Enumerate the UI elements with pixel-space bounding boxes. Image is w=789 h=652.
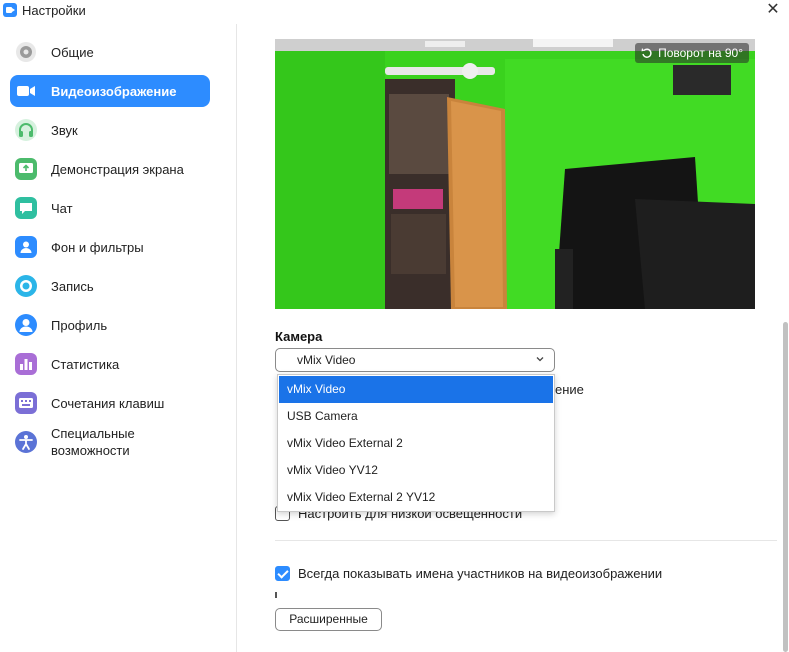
show-names-checkbox[interactable]	[275, 566, 290, 581]
rotate-90-button[interactable]: Поворот на 90°	[635, 43, 749, 63]
profile-icon	[14, 313, 38, 337]
checkbox-edge	[275, 592, 277, 598]
accessibility-icon	[14, 430, 38, 454]
show-names-checkbox-row[interactable]: Всегда показывать имена участников на ви…	[275, 566, 662, 581]
show-names-label: Всегда показывать имена участников на ви…	[298, 566, 663, 581]
sidebar-item-background-filters[interactable]: Фон и фильтры	[10, 231, 210, 263]
sidebar-item-accessibility[interactable]: Специальные возможности	[10, 422, 210, 462]
camera-preview-image	[275, 39, 755, 309]
camera-option[interactable]: USB Camera	[278, 403, 554, 430]
sidebar-item-label-line1: Специальные	[51, 426, 135, 441]
sidebar-item-label: Запись	[51, 278, 94, 294]
sidebar-item-statistics[interactable]: Статистика	[10, 348, 210, 380]
rotate-icon	[641, 48, 652, 58]
sidebar-item-video[interactable]: Видеоизображение	[10, 75, 210, 107]
chat-bubble-icon	[14, 196, 38, 220]
sidebar-item-share-screen[interactable]: Демонстрация экрана	[10, 153, 210, 185]
settings-sidebar: Общие Видеоизображение Звук Демонстрация…	[0, 24, 237, 652]
sidebar-item-chat[interactable]: Чат	[10, 192, 210, 224]
scrollbar-thumb[interactable]	[783, 322, 788, 652]
sidebar-item-label: Демонстрация экрана	[51, 161, 184, 177]
sidebar-item-profile[interactable]: Профиль	[10, 309, 210, 341]
camera-select-value: vMix Video	[297, 353, 356, 367]
sidebar-item-label: Сочетания клавиш	[51, 395, 165, 411]
sidebar-item-label: Чат	[51, 200, 73, 216]
close-button[interactable]: ✕	[763, 0, 783, 20]
sidebar-item-general[interactable]: Общие	[10, 36, 210, 68]
record-icon	[14, 274, 38, 298]
keyboard-icon	[14, 391, 38, 415]
sidebar-item-audio[interactable]: Звук	[10, 114, 210, 146]
zoom-app-icon	[3, 3, 17, 17]
title-bar: Настройки ✕	[0, 0, 789, 22]
camera-option[interactable]: vMix Video	[279, 376, 553, 403]
sidebar-item-label: Видеоизображение	[51, 83, 177, 99]
scrollbar[interactable]	[783, 24, 789, 652]
sidebar-item-label-line2: возможности	[51, 443, 130, 458]
sidebar-item-label: Фон и фильтры	[51, 239, 144, 255]
camera-select[interactable]: vMix Video	[275, 348, 555, 372]
person-background-icon	[14, 235, 38, 259]
statistics-icon	[14, 352, 38, 376]
headphones-icon	[14, 118, 38, 142]
rotate-90-label: Поворот на 90°	[658, 46, 743, 60]
sidebar-item-label: Специальные возможности	[51, 425, 135, 459]
partially-hidden-checkbox[interactable]	[275, 592, 295, 598]
sidebar-item-recording[interactable]: Запись	[10, 270, 210, 302]
video-camera-icon	[14, 79, 38, 103]
gear-icon	[14, 40, 38, 64]
camera-section-label: Камера	[275, 329, 323, 344]
camera-preview: Поворот на 90°	[275, 39, 755, 309]
video-settings-panel: Поворот на 90° Камера vMix Video ение vM…	[238, 24, 789, 652]
sidebar-item-keyboard-shortcuts[interactable]: Сочетания клавиш	[10, 387, 210, 419]
chevron-down-icon	[536, 357, 544, 362]
sidebar-item-label: Звук	[51, 122, 78, 138]
camera-option[interactable]: vMix Video External 2	[278, 430, 554, 457]
sidebar-item-label: Профиль	[51, 317, 108, 333]
share-screen-icon	[14, 157, 38, 181]
camera-option[interactable]: vMix Video External 2 YV12	[278, 484, 554, 511]
camera-dropdown-list: vMix Video USB Camera vMix Video Externa…	[277, 374, 555, 512]
window-title: Настройки	[22, 3, 86, 18]
sidebar-item-label: Статистика	[51, 356, 120, 372]
camera-option[interactable]: vMix Video YV12	[278, 457, 554, 484]
section-divider	[275, 540, 777, 541]
advanced-button[interactable]: Расширенные	[275, 608, 382, 631]
sidebar-item-label: Общие	[51, 44, 94, 60]
obscured-option-text: ение	[555, 382, 584, 397]
